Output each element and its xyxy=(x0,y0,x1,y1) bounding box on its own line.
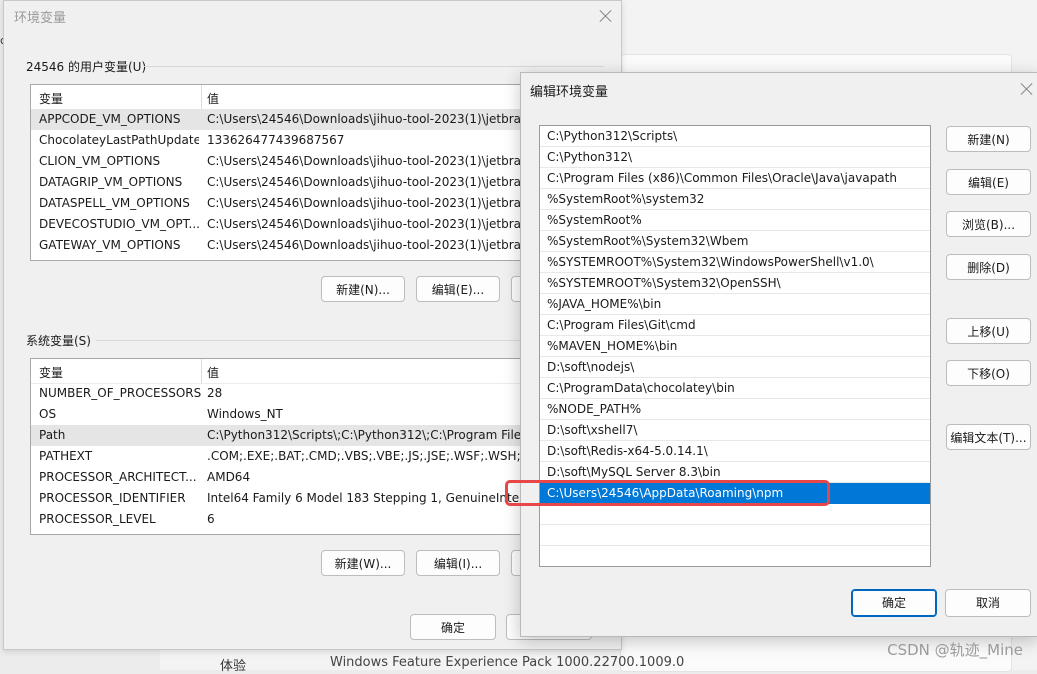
path-entry[interactable]: D:\soft\MySQL Server 8.3\bin xyxy=(540,462,930,483)
ok-button[interactable]: 确定 xyxy=(851,589,937,617)
path-text: %SYSTEMROOT%\System32\WindowsPowerShell\… xyxy=(547,255,874,269)
ok-button[interactable]: 确定 xyxy=(410,614,496,640)
path-text: %SystemRoot%\system32 xyxy=(547,192,705,206)
path-entry[interactable]: %NODE_PATH% xyxy=(540,399,930,420)
path-text: C:\Python312\Scripts\ xyxy=(547,129,678,143)
move-up-button[interactable]: 上移(U) xyxy=(946,318,1031,344)
path-text: D:\soft\xshell7\ xyxy=(547,423,638,437)
path-entry[interactable]: D:\soft\xshell7\ xyxy=(540,420,930,441)
variable-name: OS xyxy=(39,407,57,421)
variable-name: Path xyxy=(39,428,66,442)
variable-name: PROCESSOR_LEVEL xyxy=(39,512,156,526)
path-text: %SystemRoot%\System32\Wbem xyxy=(547,234,749,248)
path-entry[interactable]: %MAVEN_HOME%\bin xyxy=(540,336,930,357)
path-entries-list[interactable]: C:\Python312\Scripts\ C:\Python312\ C:\P… xyxy=(539,125,931,567)
edit-environment-variable-dialog: 编辑环境变量 C:\Python312\Scripts\ C:\Python31… xyxy=(520,72,1037,637)
dialog-title: 编辑环境变量 xyxy=(530,85,609,100)
user-variables-group-label: 24546 的用户变量(U) xyxy=(26,60,147,74)
path-text: %NODE_PATH% xyxy=(547,402,642,416)
variable-name: NUMBER_OF_PROCESSORS xyxy=(39,386,202,400)
column-header-value[interactable]: 值 xyxy=(207,364,219,381)
variable-name: GATEWAY_VM_OPTIONS xyxy=(39,238,181,252)
path-entry[interactable]: C:\Python312\ xyxy=(540,147,930,168)
dialog-title: 环境变量 xyxy=(14,11,67,26)
path-text: C:\ProgramData\chocolatey\bin xyxy=(547,381,735,395)
new-button[interactable]: 新建(N) xyxy=(946,126,1031,152)
path-text: D:\soft\MySQL Server 8.3\bin xyxy=(547,465,721,479)
path-entry[interactable]: %SYSTEMROOT%\System32\WindowsPowerShell\… xyxy=(540,252,930,273)
path-text: %JAVA_HOME%\bin xyxy=(547,297,662,311)
path-text: C:\Program Files (x86)\Common Files\Orac… xyxy=(547,171,897,185)
column-divider[interactable] xyxy=(201,359,202,383)
variable-name: PROCESSOR_ARCHITECT... xyxy=(39,470,197,484)
column-header-variable[interactable]: 变量 xyxy=(39,90,63,107)
variable-name: ChocolateyLastPathUpdate xyxy=(39,133,199,147)
move-down-button[interactable]: 下移(O) xyxy=(946,360,1031,386)
path-text: C:\Python312\ xyxy=(547,150,633,164)
experience-label: 体验 xyxy=(220,659,247,674)
edit-button[interactable]: 编辑(E) xyxy=(946,169,1031,195)
csdn-watermark: CSDN @轨迹_Mine xyxy=(887,641,1023,659)
edit-text-button[interactable]: 编辑文本(T)... xyxy=(946,424,1031,450)
column-header-variable[interactable]: 变量 xyxy=(39,364,63,381)
variable-name: PROCESSOR_IDENTIFIER xyxy=(39,491,186,505)
path-entry[interactable]: %SystemRoot% xyxy=(540,210,930,231)
variable-name: APPCODE_VM_OPTIONS xyxy=(39,112,181,126)
system-edit-button[interactable]: 编辑(I)... xyxy=(416,550,500,576)
path-entry[interactable]: D:\soft\Redis-x64-5.0.14.1\ xyxy=(540,441,930,462)
path-text: %SYSTEMROOT%\System32\OpenSSH\ xyxy=(547,276,781,290)
variable-name: PATHEXT xyxy=(39,449,93,463)
path-text: C:\Users\24546\AppData\Roaming\npm xyxy=(547,486,784,500)
cancel-button[interactable]: 取消 xyxy=(945,589,1031,617)
path-entry-selected[interactable]: C:\Users\24546\AppData\Roaming\npm xyxy=(540,483,930,504)
path-entry-empty[interactable] xyxy=(540,525,930,546)
dialog-titlebar: 环境变量 xyxy=(4,1,621,31)
browse-button[interactable]: 浏览(B)... xyxy=(946,211,1031,237)
path-entry[interactable]: C:\Python312\Scripts\ xyxy=(540,126,930,147)
system-variables-group-label: 系统变量(S) xyxy=(26,334,91,348)
path-text: C:\Program Files\Git\cmd xyxy=(547,318,696,332)
path-entry[interactable]: C:\Program Files (x86)\Common Files\Orac… xyxy=(540,168,930,189)
path-text: D:\soft\Redis-x64-5.0.14.1\ xyxy=(547,444,708,458)
path-entry[interactable]: %SYSTEMROOT%\System32\OpenSSH\ xyxy=(540,273,930,294)
path-text: D:\soft\nodejs\ xyxy=(547,360,635,374)
variable-name: DATAGRIP_VM_OPTIONS xyxy=(39,175,183,189)
variable-name: DEVECOSTUDIO_VM_OPT... xyxy=(39,217,199,231)
path-entry[interactable]: %SystemRoot%\System32\Wbem xyxy=(540,231,930,252)
close-icon[interactable] xyxy=(598,8,614,24)
path-entry[interactable]: %SystemRoot%\system32 xyxy=(540,189,930,210)
path-entry[interactable]: C:\Program Files\Git\cmd xyxy=(540,315,930,336)
column-header-value[interactable]: 值 xyxy=(207,90,219,107)
group-divider xyxy=(144,66,604,67)
path-entry-empty[interactable] xyxy=(540,504,930,525)
variable-name: CLION_VM_OPTIONS xyxy=(39,154,161,168)
close-icon[interactable] xyxy=(1019,81,1035,97)
variable-name: DATASPELL_VM_OPTIONS xyxy=(39,196,190,210)
path-text: %SystemRoot% xyxy=(547,213,642,227)
user-new-button[interactable]: 新建(N)... xyxy=(321,276,405,302)
path-entry[interactable]: C:\ProgramData\chocolatey\bin xyxy=(540,378,930,399)
experience-value: Windows Feature Experience Pack 1000.227… xyxy=(330,655,685,670)
path-entry[interactable]: D:\soft\nodejs\ xyxy=(540,357,930,378)
system-new-button[interactable]: 新建(W)... xyxy=(321,550,405,576)
column-divider[interactable] xyxy=(201,85,202,109)
user-edit-button[interactable]: 编辑(E)... xyxy=(416,276,500,302)
delete-button[interactable]: 删除(D) xyxy=(946,254,1031,280)
path-text: %MAVEN_HOME%\bin xyxy=(547,339,678,353)
path-entry[interactable]: %JAVA_HOME%\bin xyxy=(540,294,930,315)
